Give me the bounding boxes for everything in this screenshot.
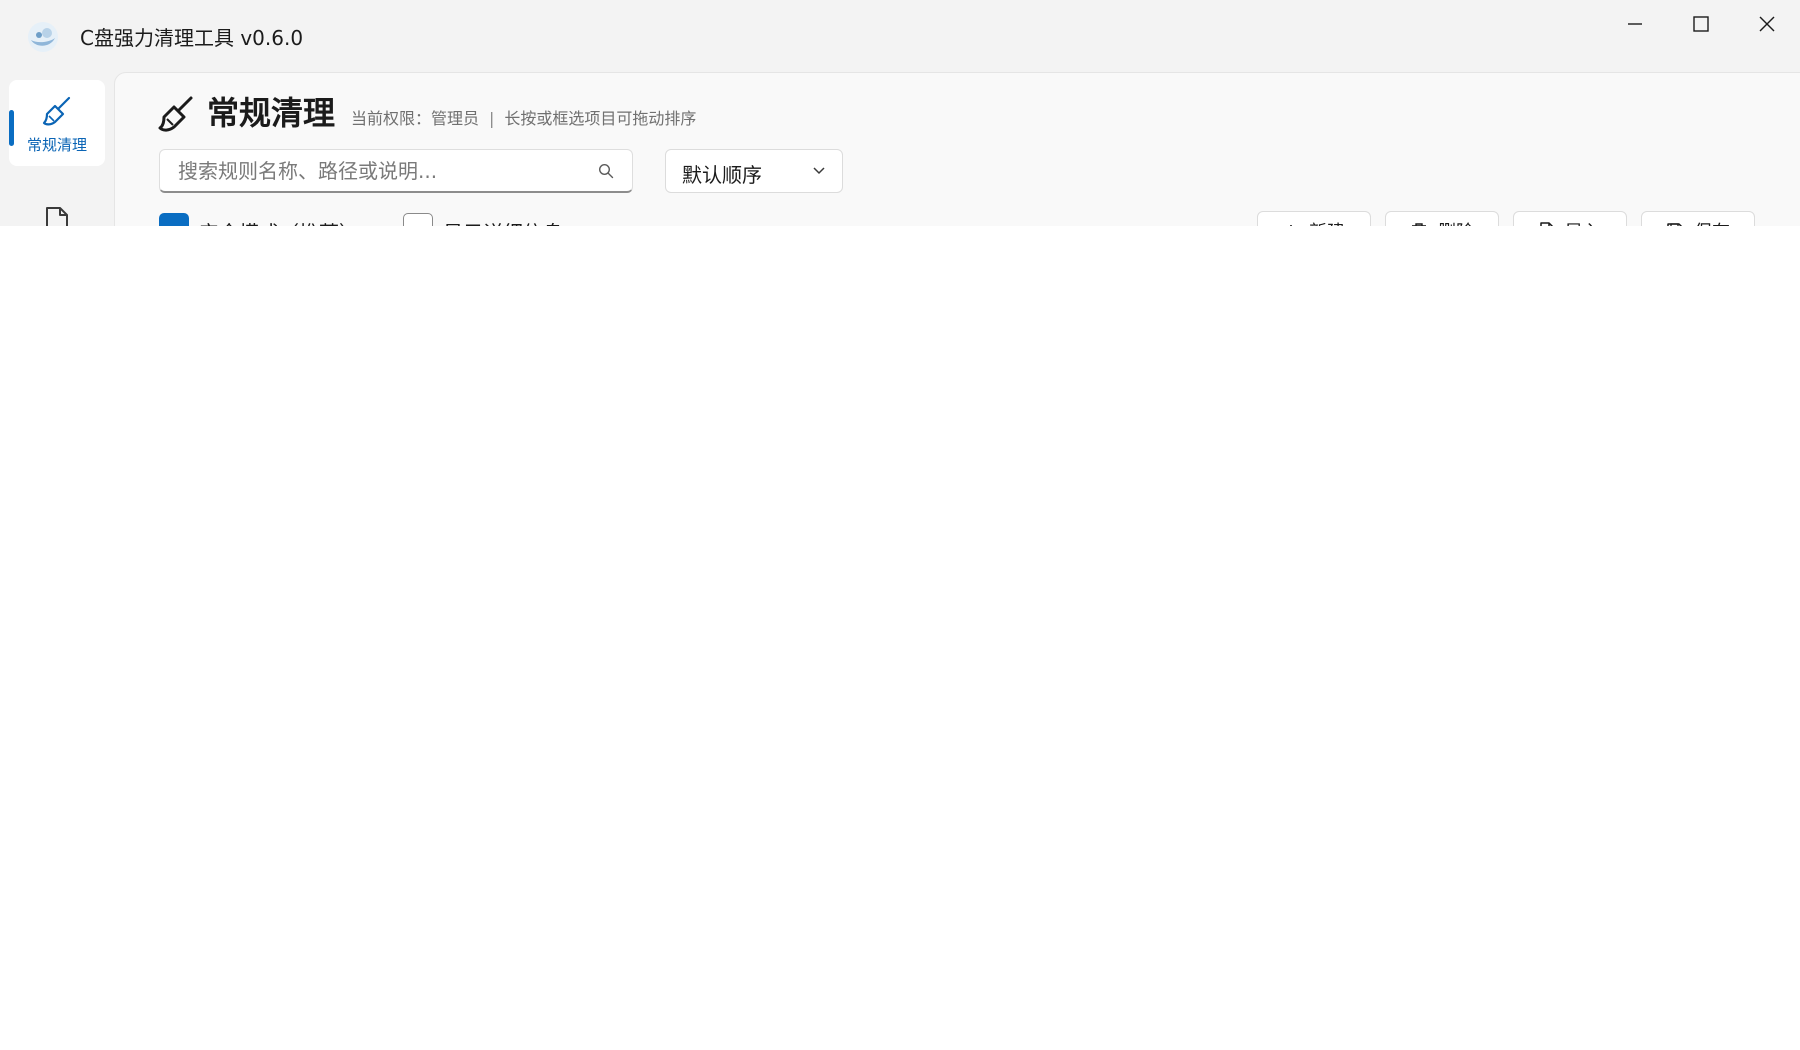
window-title: C盘强力清理工具 v0.6.0	[80, 26, 304, 50]
title-bar[interactable]: C盘强力清理工具 v0.6.0	[0, 0, 1800, 74]
main-content: 常规清理 当前权限：管理员 | 长按或框选项目可拖动排序 默认顺序 安全模式（推荐）…	[114, 72, 1800, 226]
safe-mode-label[interactable]: 安全模式（推荐）	[199, 217, 359, 226]
safe-mode-checkbox[interactable]	[159, 213, 189, 226]
app-window: C盘强力清理工具 v0.6.0 常规清理 常规清理 当前权限：管理员 | 长按或…	[0, 0, 1800, 226]
separator: |	[489, 109, 495, 128]
minimize-button[interactable]	[1602, 0, 1668, 48]
document-icon	[46, 207, 68, 226]
sidebar-item-files[interactable]	[9, 188, 105, 226]
save-button-label: 保存	[1694, 218, 1730, 226]
chevron-down-icon	[813, 167, 825, 175]
search-input[interactable]	[160, 150, 600, 192]
sidebar-item-general-clean[interactable]: 常规清理	[9, 80, 105, 166]
details-checkbox[interactable]	[403, 213, 433, 226]
search-icon[interactable]	[598, 163, 614, 179]
sidebar-nav: 常规清理	[0, 74, 114, 226]
delete-button[interactable]: 删除	[1385, 211, 1499, 226]
maximize-icon	[1693, 16, 1709, 32]
active-indicator	[9, 110, 14, 146]
add-button-label: 新建	[1309, 218, 1345, 226]
broom-icon	[158, 96, 193, 132]
page-title: 常规清理	[207, 94, 336, 132]
save-icon	[1667, 223, 1683, 226]
save-button[interactable]: 保存	[1641, 211, 1755, 226]
broom-icon	[42, 96, 71, 126]
maximize-button[interactable]	[1668, 0, 1734, 48]
sidebar-item-label: 常规清理	[26, 136, 87, 154]
sort-order-value: 默认顺序	[682, 163, 762, 187]
details-label[interactable]: 显示详细信息	[443, 217, 563, 226]
delete-button-label: 删除	[1438, 218, 1474, 226]
page-header: 常规清理 当前权限：管理员 | 长按或框选项目可拖动排序	[157, 93, 696, 133]
add-button[interactable]: 新建	[1257, 211, 1371, 226]
trash-icon	[1412, 223, 1426, 226]
permission-text: 当前权限：管理员	[351, 109, 480, 128]
search-box[interactable]	[159, 149, 633, 193]
close-button[interactable]	[1734, 0, 1800, 48]
import-button-label: 导入	[1565, 218, 1601, 226]
sort-order-select[interactable]: 默认顺序	[665, 149, 843, 193]
drag-hint-text: 长按或框选项目可拖动排序	[504, 109, 697, 128]
options-toolbar: 安全模式（推荐） 显示详细信息 新建 删除	[115, 211, 1800, 226]
minimize-icon	[1628, 23, 1642, 25]
app-logo-icon	[28, 22, 58, 52]
close-icon	[1759, 16, 1775, 32]
page-subtitle: 当前权限：管理员 | 长按或框选项目可拖动排序	[351, 105, 696, 129]
import-button[interactable]: 导入	[1513, 211, 1627, 226]
file-import-icon	[1540, 222, 1554, 226]
plus-icon	[1290, 225, 1292, 226]
